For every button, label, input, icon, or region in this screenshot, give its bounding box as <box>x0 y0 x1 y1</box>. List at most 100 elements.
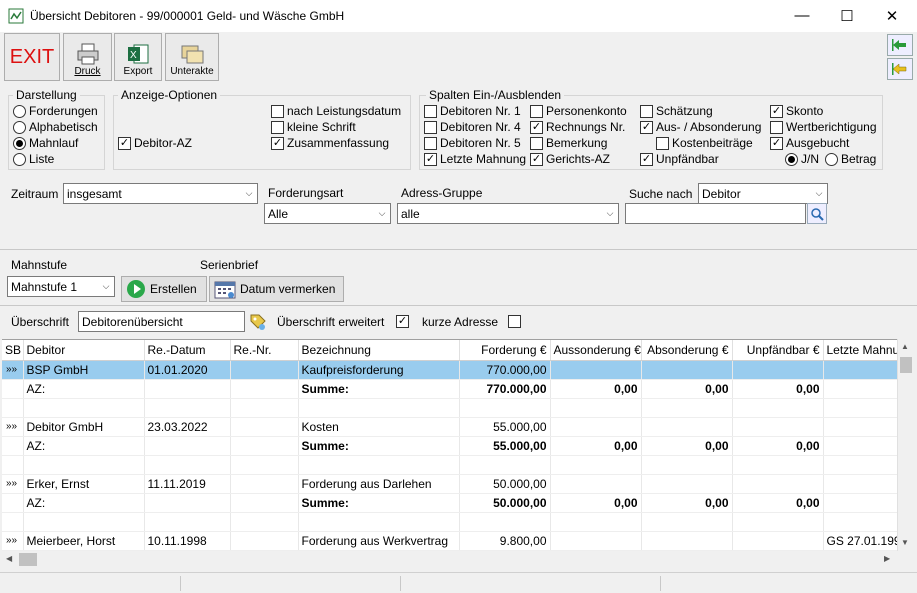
suche-select[interactable]: Debitor ⌵ <box>698 183 828 204</box>
column-header-sb[interactable]: SB <box>2 340 24 361</box>
spalten-checkbox-schätzung[interactable]: Schätzung <box>640 103 761 119</box>
spalten-checkbox-unpfändbar[interactable]: ✓ Unpfändbar <box>640 151 761 167</box>
scroll-up-icon[interactable]: ▲ <box>901 342 909 351</box>
table-cell <box>2 379 24 399</box>
table-row[interactable]: »» BSP GmbH 01.01.2020 Kaufpreisforderung 77… <box>2 360 897 380</box>
ueberschrift-input[interactable]: Debitorenübersicht <box>78 311 245 332</box>
export-button[interactable]: X Export <box>114 33 162 81</box>
column-header-bezeichnung[interactable]: Bezeichnung <box>298 340 460 361</box>
zeitraum-select[interactable]: insgesamt ⌵ <box>63 183 258 204</box>
column-header-absonderung[interactable]: Absonderung € <box>641 340 733 361</box>
hscroll-thumb[interactable] <box>19 553 37 566</box>
spalten-checkbox-wertberichtigung[interactable]: Wertberichtigung <box>770 119 877 135</box>
spalten-checkbox-gerichts-az[interactable]: ✓ Gerichts-AZ <box>530 151 627 167</box>
table-row[interactable]: AZ: Summe: 55.000,00 0,00 0,00 0,00 <box>2 436 897 456</box>
table-row[interactable] <box>2 455 897 475</box>
scroll-left-icon[interactable]: ◀ <box>6 554 12 563</box>
darstellung-radio-liste[interactable]: Liste <box>13 151 98 167</box>
scroll-down-icon[interactable]: ▼ <box>901 538 909 547</box>
table-cell <box>732 474 824 494</box>
table-cell: Forderung aus Darlehen <box>298 474 460 494</box>
betrag-radio[interactable]: Betrag <box>825 151 876 167</box>
table-cell <box>298 398 460 418</box>
forderungsart-select[interactable]: Alle ⌵ <box>264 203 391 224</box>
column-header-debitor[interactable]: Debitor <box>23 340 145 361</box>
exit-button[interactable]: EXIT <box>4 33 60 81</box>
option-label: Aus- / Absonderung <box>656 120 762 134</box>
adressgruppe-select[interactable]: alle ⌵ <box>397 203 619 224</box>
minimize-icon[interactable]: — <box>779 0 825 31</box>
table-row[interactable]: AZ: Summe: 50.000,00 0,00 0,00 0,00 <box>2 493 897 513</box>
erstellen-button[interactable]: Erstellen <box>121 276 207 302</box>
ueberschrift-picker-button[interactable] <box>248 311 268 332</box>
column-header-letzte-mahnung[interactable]: Letzte Mahnung <box>823 340 897 361</box>
spalten-checkbox-aus-absonderung[interactable]: ✓ Aus- / Absonderung <box>640 119 761 135</box>
spalten-checkbox-kostenbeiträge[interactable]: Kostenbeiträge <box>656 135 761 151</box>
table-cell <box>230 531 299 551</box>
table-cell: Summe: <box>298 436 460 456</box>
option-label: Debitoren Nr. 5 <box>440 136 521 150</box>
debitor-az-checkbox[interactable]: ✓ Debitor-AZ <box>118 135 192 151</box>
table-cell <box>732 512 824 532</box>
nav-first-button[interactable] <box>887 34 913 56</box>
option-label: Unpfändbar <box>656 152 719 166</box>
horizontal-scrollbar[interactable]: ◀ ▶ <box>2 551 914 568</box>
nav-back-button[interactable] <box>887 58 913 80</box>
anzeige-checkbox-kleine-schrift[interactable]: kleine Schrift <box>271 119 401 135</box>
table-cell <box>230 474 299 494</box>
table-row[interactable] <box>2 398 897 418</box>
radio-dot <box>13 104 26 118</box>
spalten-checkbox-ausgebucht[interactable]: ✓ Ausgebucht <box>770 135 877 151</box>
scroll-thumb[interactable] <box>900 357 912 373</box>
arrow-back-icon <box>892 63 907 75</box>
table-row[interactable]: »» Erker, Ernst 11.11.2019 Forderung aus Da… <box>2 474 897 494</box>
anzeige-checkbox-nach-leistungsdatum[interactable]: nach Leistungsdatum <box>271 103 401 119</box>
close-icon[interactable]: ✕ <box>869 0 915 31</box>
column-header-aussonderung[interactable]: Aussonderung € <box>550 340 642 361</box>
search-input[interactable] <box>625 203 806 224</box>
search-button[interactable] <box>807 203 827 224</box>
option-label: Liste <box>29 152 55 166</box>
column-header-re-nr[interactable]: Re.-Nr. <box>230 340 299 361</box>
darstellung-radio-forderungen[interactable]: Forderungen <box>13 103 98 119</box>
table-cell: 23.03.2022 <box>144 417 231 437</box>
checkbox-box <box>530 104 543 118</box>
spalten-checkbox-rechnungs-nr[interactable]: ✓ Rechnungs Nr. <box>530 119 627 135</box>
radio-dot <box>785 152 798 166</box>
table-cell <box>823 417 897 437</box>
anzeige-checkbox-zusammenfassung[interactable]: ✓ Zusammenfassung <box>271 135 401 151</box>
table-row[interactable]: »» Debitor GmbH 23.03.2022 Kosten 55.000,00 <box>2 417 897 437</box>
column-header-re-datum[interactable]: Re.-Datum <box>144 340 231 361</box>
spalten-checkbox-debitoren-nr-5[interactable]: Debitoren Nr. 5 <box>424 135 526 151</box>
vertical-scrollbar[interactable]: ▲ ▼ <box>897 339 914 551</box>
table-cell <box>230 379 299 399</box>
print-button[interactable]: Druck <box>63 33 112 81</box>
datum-vermerken-button[interactable]: Datum vermerken <box>209 276 344 302</box>
table-cell: 0,00 <box>732 379 824 399</box>
darstellung-radio-mahnlauf[interactable]: Mahnlauf <box>13 135 98 151</box>
option-label: nach Leistungsdatum <box>287 104 402 118</box>
darstellung-radio-alphabetisch[interactable]: Alphabetisch <box>13 119 98 135</box>
table-row[interactable]: AZ: Summe: 770.000,00 0,00 0,00 0,00 <box>2 379 897 399</box>
table-cell <box>144 455 231 475</box>
spalten-checkbox-skonto[interactable]: ✓ Skonto <box>770 103 877 119</box>
table-row[interactable]: »» Meierbeer, Horst 10.11.1998 Forderung au… <box>2 531 897 551</box>
spalten-checkbox-debitoren-nr-1[interactable]: Debitoren Nr. 1 <box>424 103 526 119</box>
mahnstufe-select[interactable]: Mahnstufe 1 ⌵ <box>7 276 115 297</box>
jn-radio[interactable]: J/N <box>785 151 819 167</box>
table-cell <box>641 417 733 437</box>
scroll-right-icon[interactable]: ▶ <box>884 554 890 563</box>
kurze-adresse-checkbox[interactable] <box>508 315 521 328</box>
ueberschrift-erweitert-checkbox[interactable]: ✓ <box>396 315 409 328</box>
table-cell: Erker, Ernst <box>23 474 145 494</box>
column-header-forderung[interactable]: Forderung € <box>459 340 551 361</box>
table-cell <box>2 398 24 418</box>
spalten-checkbox-personenkonto[interactable]: Personenkonto <box>530 103 627 119</box>
spalten-checkbox-debitoren-nr-4[interactable]: Debitoren Nr. 4 <box>424 119 526 135</box>
table-row[interactable] <box>2 512 897 532</box>
subfile-button[interactable]: Unterakte <box>165 33 219 81</box>
spalten-checkbox-letzte-mahnung[interactable]: ✓ Letzte Mahnung <box>424 151 526 167</box>
maximize-icon[interactable]: ☐ <box>824 0 870 31</box>
column-header-unpfändbar[interactable]: Unpfändbar € <box>732 340 824 361</box>
spalten-checkbox-bemerkung[interactable]: Bemerkung <box>530 135 627 151</box>
